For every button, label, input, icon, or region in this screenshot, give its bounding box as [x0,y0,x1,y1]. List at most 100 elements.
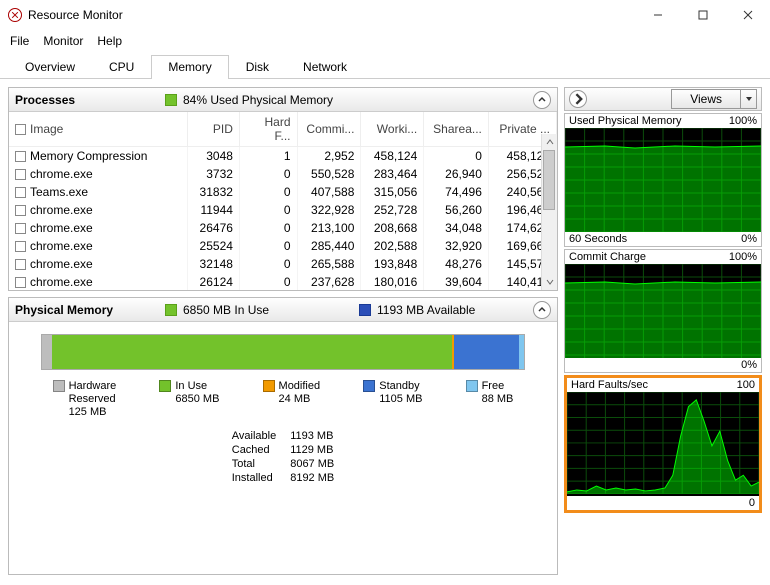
table-row[interactable]: chrome.exe 321480265,588 193,84848,27614… [9,255,557,273]
physical-memory-body: HardwareReserved125 MB In Use6850 MB Mod… [9,322,557,493]
maximize-button[interactable] [680,0,725,30]
table-row[interactable]: Memory Compression 304812,952 458,124045… [9,147,557,166]
col-hardfaults[interactable]: Hard F... [239,112,297,147]
chart-body [565,264,761,358]
tabstrip: Overview CPU Memory Disk Network [0,54,770,79]
right-header: Views [564,87,762,111]
menu-file[interactable]: File [10,34,29,48]
chart-title: Hard Faults/sec [571,379,648,391]
chart-title: Used Physical Memory [569,115,681,127]
charts-collapse-icon[interactable] [569,90,587,108]
table-row[interactable]: chrome.exe 264760213,100 208,66834,04817… [9,219,557,237]
legend-swatch [466,380,478,392]
workarea: Processes 84% Used Physical Memory Image… [0,79,770,583]
chart-body [567,392,759,496]
app-icon [8,8,22,22]
stat-labels: AvailableCachedTotalInstalled [232,429,276,485]
legend-swatch [363,380,375,392]
processes-table: Image PID Hard F... Commi... Worki... Sh… [9,112,557,290]
bar-segment [52,335,452,369]
legend-item: Modified24 MB [263,380,321,419]
views-label: Views [672,92,740,106]
table-row[interactable]: chrome.exe 255240285,440 202,58832,92016… [9,237,557,255]
chart-foot-right: 0% [741,359,757,371]
physical-memory-title: Physical Memory [15,303,165,317]
row-checkbox[interactable] [15,277,26,288]
processes-scrollbar[interactable] [541,134,557,290]
legend-item: HardwareReserved125 MB [53,380,117,419]
memory-legend: HardwareReserved125 MB In Use6850 MB Mod… [17,380,549,419]
menubar: File Monitor Help [0,30,770,54]
tab-disk[interactable]: Disk [229,55,286,79]
col-working[interactable]: Worki... [361,112,424,147]
chart-max: 100% [729,115,757,127]
tab-overview[interactable]: Overview [8,55,92,79]
chart-foot-left: 60 Seconds [569,233,627,245]
usage-swatch [165,94,177,106]
inuse-text: 6850 MB In Use [183,303,353,317]
chart-foot-right: 0% [741,233,757,245]
tab-cpu[interactable]: CPU [92,55,151,79]
select-all-checkbox[interactable] [15,124,26,135]
processes-title: Processes [15,93,165,107]
row-checkbox[interactable] [15,241,26,252]
physical-memory-header[interactable]: Physical Memory 6850 MB In Use 1193 MB A… [9,298,557,322]
col-commit[interactable]: Commi... [297,112,361,147]
legend-item: In Use6850 MB [159,380,219,419]
inuse-swatch [165,304,177,316]
collapse-processes-icon[interactable] [533,91,551,109]
stat-values: 1193 MB1129 MB8067 MB8192 MB [290,429,334,485]
table-row[interactable]: Teams.exe 318320407,588 315,05674,496240… [9,183,557,201]
scroll-thumb[interactable] [543,150,555,210]
processes-header[interactable]: Processes 84% Used Physical Memory [9,88,557,112]
charts-container: Used Physical Memory100% 60 Seconds0%Com… [564,113,762,513]
row-checkbox[interactable] [15,259,26,270]
col-shareable[interactable]: Sharea... [424,112,489,147]
legend-item: Standby1105 MB [363,380,422,419]
chart-commit-charge: Commit Charge 100% 0% [564,249,762,373]
bar-segment [42,335,52,369]
tab-memory[interactable]: Memory [151,55,228,79]
collapse-physical-icon[interactable] [533,301,551,319]
col-image[interactable]: Image [9,112,187,147]
bar-segment [519,335,524,369]
minimize-button[interactable] [635,0,680,30]
chart-max: 100 [737,379,755,391]
table-row[interactable]: chrome.exe 119440322,928 252,72856,26019… [9,201,557,219]
scroll-down-icon[interactable] [542,274,557,290]
chart-foot-right: 0 [749,497,755,509]
table-header-row: Image PID Hard F... Commi... Worki... Sh… [9,112,557,147]
scroll-up-icon[interactable] [542,134,557,150]
legend-swatch [53,380,65,392]
chart-max: 100% [729,251,757,263]
memory-bar [41,334,525,370]
tab-network[interactable]: Network [286,55,364,79]
physical-memory-summary: 6850 MB In Use 1193 MB Available [165,303,533,317]
close-button[interactable] [725,0,770,30]
table-row[interactable]: chrome.exe 261240237,628 180,01639,60414… [9,273,557,290]
physical-memory-panel: Physical Memory 6850 MB In Use 1193 MB A… [8,297,558,575]
menu-help[interactable]: Help [97,34,122,48]
views-dropdown[interactable]: Views [671,89,757,109]
col-pid[interactable]: PID [187,112,239,147]
bar-segment [454,335,519,369]
chart-title: Commit Charge [569,251,646,263]
chevron-down-icon[interactable] [740,90,756,108]
row-checkbox[interactable] [15,223,26,234]
window-title: Resource Monitor [28,8,635,22]
row-checkbox[interactable] [15,169,26,180]
right-column: Views Used Physical Memory 100% 60 Second… [564,87,762,575]
row-checkbox[interactable] [15,151,26,162]
processes-usage: 84% Used Physical Memory [165,93,533,107]
processes-body: Image PID Hard F... Commi... Worki... Sh… [9,112,557,290]
left-column: Processes 84% Used Physical Memory Image… [8,87,558,575]
table-row[interactable]: chrome.exe 37320550,528 283,46426,940256… [9,165,557,183]
processes-panel: Processes 84% Used Physical Memory Image… [8,87,558,291]
row-checkbox[interactable] [15,205,26,216]
memory-stats: AvailableCachedTotalInstalled 1193 MB112… [17,429,549,485]
window-buttons [635,0,770,30]
titlebar: Resource Monitor [0,0,770,30]
chart-body [565,128,761,232]
menu-monitor[interactable]: Monitor [43,34,83,48]
row-checkbox[interactable] [15,187,26,198]
